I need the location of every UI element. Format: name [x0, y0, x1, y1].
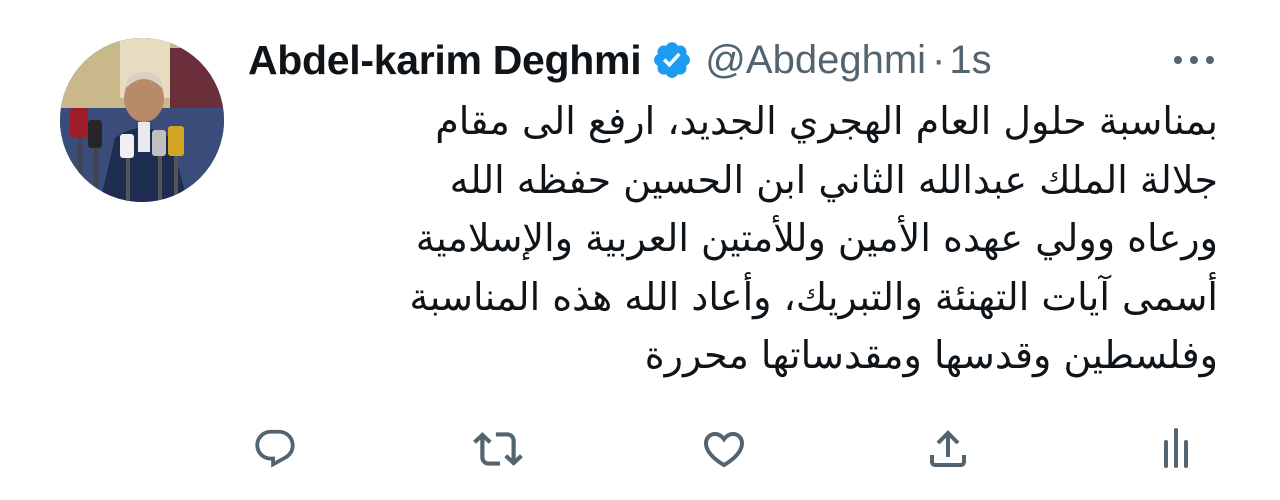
tweet-text-line: أسمى آيات التهنئة والتبريك، وأعاد الله ه… [409, 274, 1218, 319]
tweet-text: بمناسبة حلول العام الهجري الجديد، ارفع ا… [250, 92, 1218, 385]
heart-icon[interactable] [698, 423, 750, 475]
share-icon[interactable] [922, 423, 974, 475]
tweet-timestamp[interactable]: 1s [949, 38, 991, 83]
author-display-name[interactable]: Abdel-karim Deghmi [248, 37, 642, 84]
tweet-text-line: جلالة الملك عبدالله الثاني ابن الحسين حف… [449, 157, 1218, 202]
tweet-text-line: ورعاه وولي عهده الأمين وللأمتين العربية … [415, 216, 1218, 260]
more-horizontal-icon[interactable] [1170, 38, 1218, 82]
tweet-header: Abdel-karim Deghmi @Abdeghmi · 1s [248, 34, 992, 86]
reply-icon[interactable] [249, 423, 301, 475]
tweet-text-line: وفلسطين وقدسها ومقدساتها محررة [644, 333, 1218, 377]
retweet-icon[interactable] [472, 423, 524, 475]
separator-dot: · [932, 37, 946, 82]
verified-badge-icon [651, 39, 693, 81]
tweet-card[interactable]: Abdel-karim Deghmi @Abdeghmi · 1s بمناسب… [0, 0, 1280, 500]
analytics-icon[interactable] [1150, 423, 1202, 475]
tweet-text-line: بمناسبة حلول العام الهجري الجديد، ارفع ا… [435, 99, 1218, 143]
author-handle[interactable]: @Abdeghmi [705, 38, 926, 83]
avatar[interactable] [60, 38, 224, 202]
tweet-actions [0, 423, 1280, 475]
